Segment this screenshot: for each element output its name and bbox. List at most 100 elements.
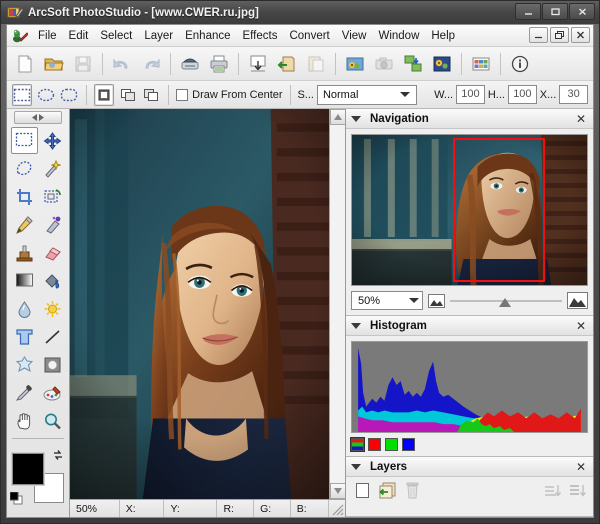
- histogram-close-icon[interactable]: ✕: [574, 320, 588, 332]
- navigation-thumbnail[interactable]: [351, 134, 588, 286]
- camera-button[interactable]: [370, 50, 398, 78]
- tool-lasso[interactable]: [11, 155, 38, 182]
- swap-colors-icon[interactable]: [52, 449, 64, 461]
- navigation-zoom-select[interactable]: 50%: [351, 291, 423, 310]
- menu-view[interactable]: View: [336, 27, 373, 45]
- navigation-zoom-slider[interactable]: [450, 294, 562, 308]
- collapse-triangle-icon[interactable]: [351, 463, 361, 470]
- canvas-vertical-scrollbar[interactable]: [329, 109, 345, 499]
- width-input[interactable]: 100: [456, 85, 485, 104]
- export-button[interactable]: [273, 50, 301, 78]
- info-button[interactable]: [506, 50, 534, 78]
- channel-red[interactable]: [368, 438, 381, 451]
- navigation-view-rectangle[interactable]: [453, 138, 545, 282]
- mdi-close-button[interactable]: [571, 27, 590, 43]
- mode-subtract[interactable]: [141, 84, 161, 106]
- menu-layer[interactable]: Layer: [138, 27, 179, 45]
- tool-eraser[interactable]: [39, 239, 66, 266]
- navigation-panel-header[interactable]: Navigation ✕: [346, 109, 593, 129]
- merge-all-button[interactable]: [566, 480, 588, 501]
- channel-rgb[interactable]: [350, 437, 365, 452]
- tool-rectangle-select[interactable]: [10, 127, 38, 154]
- window-minimize-button[interactable]: [515, 3, 541, 20]
- menu-effects[interactable]: Effects: [237, 27, 284, 45]
- open-button[interactable]: [40, 50, 68, 78]
- tool-eyedropper[interactable]: [11, 379, 38, 406]
- layers-panel-header[interactable]: Layers ✕: [346, 457, 593, 477]
- batch-button[interactable]: [399, 50, 427, 78]
- status-zoom[interactable]: 50%: [70, 500, 120, 517]
- tool-hand[interactable]: [11, 407, 38, 434]
- shape-rectangle[interactable]: [12, 83, 33, 106]
- tool-dodge[interactable]: [39, 295, 66, 322]
- tool-move[interactable]: [39, 127, 66, 154]
- histogram-panel-header[interactable]: Histogram ✕: [346, 316, 593, 336]
- scroll-up-arrow[interactable]: [330, 109, 345, 125]
- navigation-close-icon[interactable]: ✕: [574, 113, 588, 125]
- album-button[interactable]: [341, 50, 369, 78]
- redo-button[interactable]: [137, 50, 165, 78]
- tool-zoom[interactable]: [39, 407, 66, 434]
- toolbox-collapse-handle[interactable]: [14, 111, 62, 124]
- tool-magic-wand[interactable]: [39, 155, 66, 182]
- tool-gradient[interactable]: [11, 267, 38, 294]
- merge-down-button[interactable]: [541, 480, 563, 501]
- tool-pencil[interactable]: [11, 211, 38, 238]
- x-input[interactable]: 30: [559, 85, 589, 104]
- tool-button-shape[interactable]: [39, 351, 66, 378]
- tool-shape[interactable]: [11, 351, 38, 378]
- window-close-button[interactable]: [569, 3, 595, 20]
- mdi-minimize-button[interactable]: [529, 27, 548, 43]
- image-canvas[interactable]: [70, 109, 329, 499]
- paste-button[interactable]: [302, 50, 330, 78]
- tool-blur[interactable]: [11, 295, 38, 322]
- collapse-triangle-icon[interactable]: [351, 115, 361, 122]
- undo-button[interactable]: [108, 50, 136, 78]
- tool-paint-bucket[interactable]: [39, 267, 66, 294]
- new-layer-button[interactable]: [351, 480, 373, 501]
- tool-transform[interactable]: [39, 183, 66, 210]
- duplicate-layer-button[interactable]: [376, 480, 398, 501]
- draw-from-center-checkbox[interactable]: Draw From Center: [176, 88, 283, 101]
- document-icon[interactable]: [11, 28, 29, 44]
- large-image-icon[interactable]: [567, 292, 588, 309]
- style-select[interactable]: Normal: [316, 84, 418, 105]
- new-button[interactable]: [11, 50, 39, 78]
- tool-palette[interactable]: [39, 379, 66, 406]
- menu-file[interactable]: File: [32, 27, 63, 45]
- shape-ellipse[interactable]: [35, 84, 55, 106]
- tool-crop[interactable]: [11, 183, 38, 210]
- default-colors-icon[interactable]: [10, 492, 23, 505]
- shape-rounded[interactable]: [59, 84, 79, 106]
- menu-edit[interactable]: Edit: [63, 27, 95, 45]
- menu-window[interactable]: Window: [372, 27, 425, 45]
- enhance-button[interactable]: [428, 50, 456, 78]
- slider-handle[interactable]: [499, 297, 512, 307]
- scroll-track[interactable]: [330, 125, 345, 483]
- menu-help[interactable]: Help: [425, 27, 461, 45]
- print-button[interactable]: [205, 50, 233, 78]
- channel-blue[interactable]: [402, 438, 415, 451]
- resize-grip-icon[interactable]: [329, 501, 345, 517]
- mode-add[interactable]: [117, 84, 137, 106]
- contact-sheet-button[interactable]: [467, 50, 495, 78]
- foreground-color-swatch[interactable]: [12, 453, 44, 485]
- menu-convert[interactable]: Convert: [283, 27, 335, 45]
- height-input[interactable]: 100: [507, 85, 537, 104]
- menu-enhance[interactable]: Enhance: [179, 27, 236, 45]
- small-image-icon[interactable]: [428, 293, 445, 308]
- delete-layer-button[interactable]: [401, 480, 423, 501]
- mdi-restore-button[interactable]: [550, 27, 569, 43]
- save-button[interactable]: [69, 50, 97, 78]
- tool-line[interactable]: [39, 323, 66, 350]
- mode-new[interactable]: [94, 83, 115, 106]
- layers-close-icon[interactable]: ✕: [574, 461, 588, 473]
- import-button[interactable]: [244, 50, 272, 78]
- collapse-triangle-icon[interactable]: [351, 322, 361, 329]
- menu-select[interactable]: Select: [94, 27, 138, 45]
- tool-text[interactable]: [11, 323, 38, 350]
- tool-airbrush[interactable]: [39, 211, 66, 238]
- tool-clone-stamp[interactable]: [11, 239, 38, 266]
- acquire-button[interactable]: [176, 50, 204, 78]
- window-maximize-button[interactable]: [542, 3, 568, 20]
